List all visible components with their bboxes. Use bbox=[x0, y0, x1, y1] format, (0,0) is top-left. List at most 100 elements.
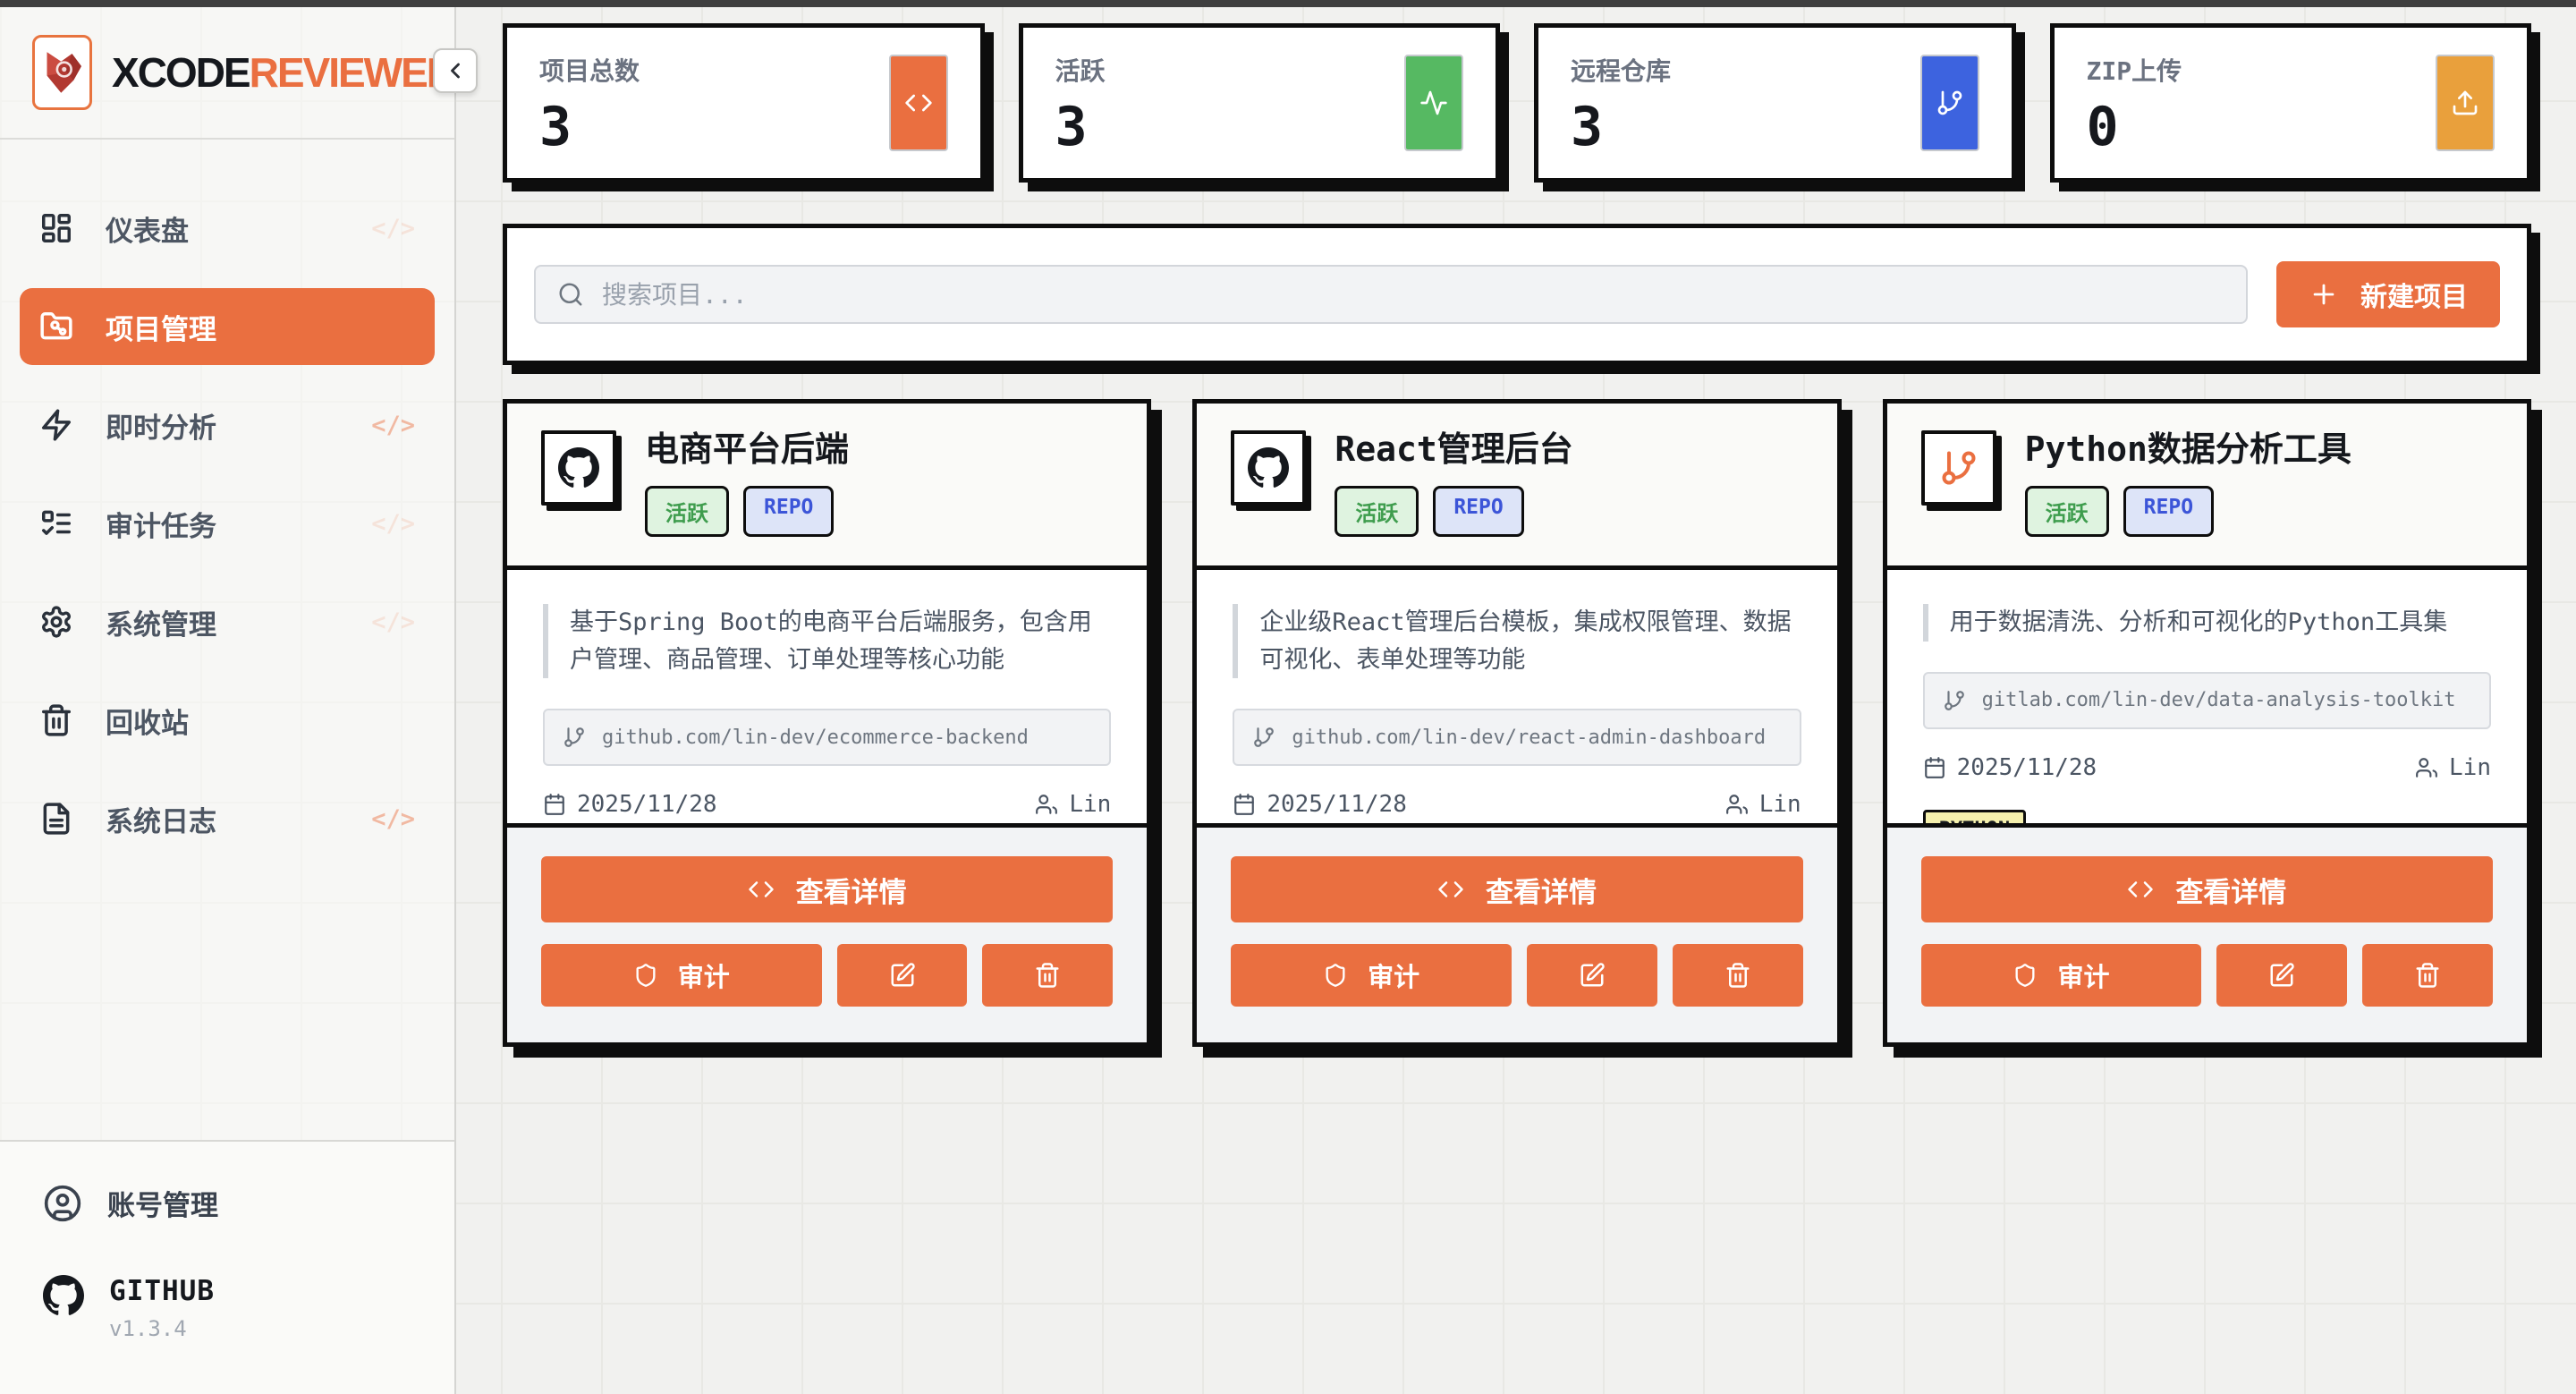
project-description: 用于数据清洗、分析和可视化的Python工具集 bbox=[1923, 604, 2491, 642]
main-content: 项目总数 3 活跃 3 远程仓库 3 bbox=[456, 7, 2576, 1394]
status-badge: 活跃 bbox=[2025, 486, 2109, 537]
view-details-button[interactable]: 查看详情 bbox=[1921, 856, 2493, 922]
delete-button[interactable] bbox=[2362, 944, 2493, 1007]
users-icon bbox=[1035, 793, 1058, 816]
project-card-header: React管理后台 活跃 REPO bbox=[1197, 404, 1836, 570]
checklist-icon bbox=[39, 506, 73, 540]
sidebar-item-account[interactable]: 账号管理 bbox=[43, 1183, 411, 1223]
search-input[interactable] bbox=[602, 280, 2224, 310]
project-grid: 电商平台后端 活跃 REPO 基于Spring Boot的电商平台后端服务，包含… bbox=[503, 399, 2531, 1047]
project-date: 2025/11/28 bbox=[543, 791, 717, 818]
sidebar-item-projects[interactable]: 项目管理 bbox=[20, 288, 435, 365]
status-badge: 活跃 bbox=[1335, 486, 1419, 537]
project-title: React管理后台 bbox=[1335, 430, 1572, 470]
date-text: 2025/11/28 bbox=[1267, 791, 1407, 818]
repo-url-text: gitlab.com/lin-dev/data-analysis-toolkit bbox=[1982, 689, 2456, 711]
folder-git-icon bbox=[39, 310, 73, 344]
edit-button[interactable] bbox=[837, 944, 968, 1007]
stat-value: 3 bbox=[1571, 100, 1671, 154]
edit-button[interactable] bbox=[2216, 944, 2347, 1007]
stat-card-remote-repos: 远程仓库 3 bbox=[1534, 23, 2016, 183]
owner-text: Lin bbox=[1759, 791, 1801, 818]
sidebar-item-label: 回收站 bbox=[106, 701, 189, 741]
code-watermark: </> bbox=[371, 805, 415, 833]
search-icon bbox=[557, 281, 584, 308]
stat-value: 3 bbox=[539, 100, 640, 154]
edit-button[interactable] bbox=[1527, 944, 1657, 1007]
project-date: 2025/11/28 bbox=[1923, 754, 2097, 781]
sidebar-item-dashboard[interactable]: 仪表盘 </> bbox=[20, 190, 435, 267]
project-card-header: 电商平台后端 活跃 REPO bbox=[507, 404, 1147, 570]
audit-button[interactable]: 审计 bbox=[1921, 944, 2202, 1007]
repo-url: github.com/lin-dev/ecommerce-backend bbox=[543, 709, 1111, 766]
project-owner: Lin bbox=[2415, 754, 2491, 781]
calendar-icon bbox=[543, 793, 566, 816]
code-watermark: </> bbox=[371, 412, 415, 439]
stats-row: 项目总数 3 活跃 3 远程仓库 3 bbox=[503, 23, 2531, 183]
github-version: v1.3.4 bbox=[109, 1316, 215, 1341]
sidebar-nav: 仪表盘 </> 项目管理 即时分析 </> 审计任务 bbox=[0, 190, 454, 879]
shield-icon bbox=[633, 963, 658, 988]
date-text: 2025/11/28 bbox=[1957, 754, 2097, 781]
sidebar-item-label: 即时分析 bbox=[106, 405, 216, 446]
sidebar-item-recycle-bin[interactable]: 回收站 bbox=[20, 682, 435, 759]
plus-icon bbox=[2309, 279, 2339, 310]
git-branch-icon bbox=[1921, 430, 1996, 506]
project-card-body: 企业级React管理后台模板，集成权限管理、数据可视化、表单处理等功能 gith… bbox=[1197, 570, 1836, 823]
edit-icon bbox=[2268, 962, 2295, 989]
project-card-ecommerce-backend: 电商平台后端 活跃 REPO 基于Spring Boot的电商平台后端服务，包含… bbox=[503, 399, 1151, 1047]
stat-label: 活跃 bbox=[1055, 52, 1106, 88]
delete-button[interactable] bbox=[1673, 944, 1803, 1007]
view-details-label: 查看详情 bbox=[1486, 870, 1597, 910]
project-date: 2025/11/28 bbox=[1233, 791, 1407, 818]
audit-label: 审计 bbox=[2057, 956, 2109, 994]
calendar-icon bbox=[1923, 756, 1946, 779]
sidebar: XCODEREVIEWER 仪表盘 </> 项目管理 bbox=[0, 7, 456, 1394]
repo-url-text: github.com/lin-dev/ecommerce-backend bbox=[602, 727, 1029, 749]
view-details-label: 查看详情 bbox=[2175, 870, 2286, 910]
upload-icon bbox=[2436, 55, 2495, 151]
new-project-button[interactable]: 新建项目 bbox=[2276, 261, 2500, 327]
file-text-icon bbox=[39, 802, 73, 836]
users-icon bbox=[2415, 756, 2438, 779]
trash-icon bbox=[2414, 962, 2441, 989]
project-description: 企业级React管理后台模板，集成权限管理、数据可视化、表单处理等功能 bbox=[1233, 604, 1801, 679]
app-shell: XCODEREVIEWER 仪表盘 </> 项目管理 bbox=[0, 7, 2576, 1394]
sidebar-item-label: 审计任务 bbox=[106, 504, 216, 544]
new-project-label: 新建项目 bbox=[2360, 275, 2468, 314]
project-card-footer: 查看详情 审计 bbox=[507, 823, 1147, 1042]
sidebar-item-audit-tasks[interactable]: 审计任务 </> bbox=[20, 485, 435, 562]
sidebar-item-label: 仪表盘 bbox=[106, 208, 189, 249]
stat-label: 项目总数 bbox=[539, 52, 640, 88]
sidebar-item-label: 系统日志 bbox=[106, 799, 216, 839]
code-icon bbox=[1437, 876, 1464, 903]
project-title: Python数据分析工具 bbox=[2025, 430, 2351, 470]
repo-badge: REPO bbox=[2123, 486, 2214, 537]
date-text: 2025/11/28 bbox=[577, 791, 717, 818]
repo-badge: REPO bbox=[743, 486, 834, 537]
sidebar-item-system-logs[interactable]: 系统日志 </> bbox=[20, 780, 435, 857]
audit-button[interactable]: 审计 bbox=[1231, 944, 1512, 1007]
github-icon bbox=[541, 430, 616, 506]
github-icon bbox=[43, 1275, 84, 1316]
owner-text: Lin bbox=[1069, 791, 1111, 818]
sidebar-header: XCODEREVIEWER bbox=[0, 7, 454, 140]
delete-button[interactable] bbox=[982, 944, 1113, 1007]
account-label: 账号管理 bbox=[107, 1183, 218, 1223]
app-logo bbox=[32, 35, 92, 110]
view-details-button[interactable]: 查看详情 bbox=[541, 856, 1113, 922]
project-card-footer: 查看详情 审计 bbox=[1887, 823, 2527, 1042]
status-badge: 活跃 bbox=[645, 486, 729, 537]
sidebar-collapse-button[interactable] bbox=[433, 48, 478, 93]
audit-button[interactable]: 审计 bbox=[541, 944, 822, 1007]
sidebar-item-instant-analysis[interactable]: 即时分析 </> bbox=[20, 387, 435, 463]
stat-label: ZIP上传 bbox=[2087, 52, 2182, 88]
code-icon bbox=[2127, 876, 2154, 903]
github-label: GITHUB bbox=[109, 1275, 215, 1307]
stat-card-total-projects: 项目总数 3 bbox=[503, 23, 985, 183]
view-details-button[interactable]: 查看详情 bbox=[1231, 856, 1802, 922]
audit-label: 审计 bbox=[1368, 956, 1419, 994]
sidebar-item-system-admin[interactable]: 系统管理 </> bbox=[20, 583, 435, 660]
stat-label: 远程仓库 bbox=[1571, 52, 1671, 88]
user-circle-icon bbox=[43, 1184, 82, 1223]
